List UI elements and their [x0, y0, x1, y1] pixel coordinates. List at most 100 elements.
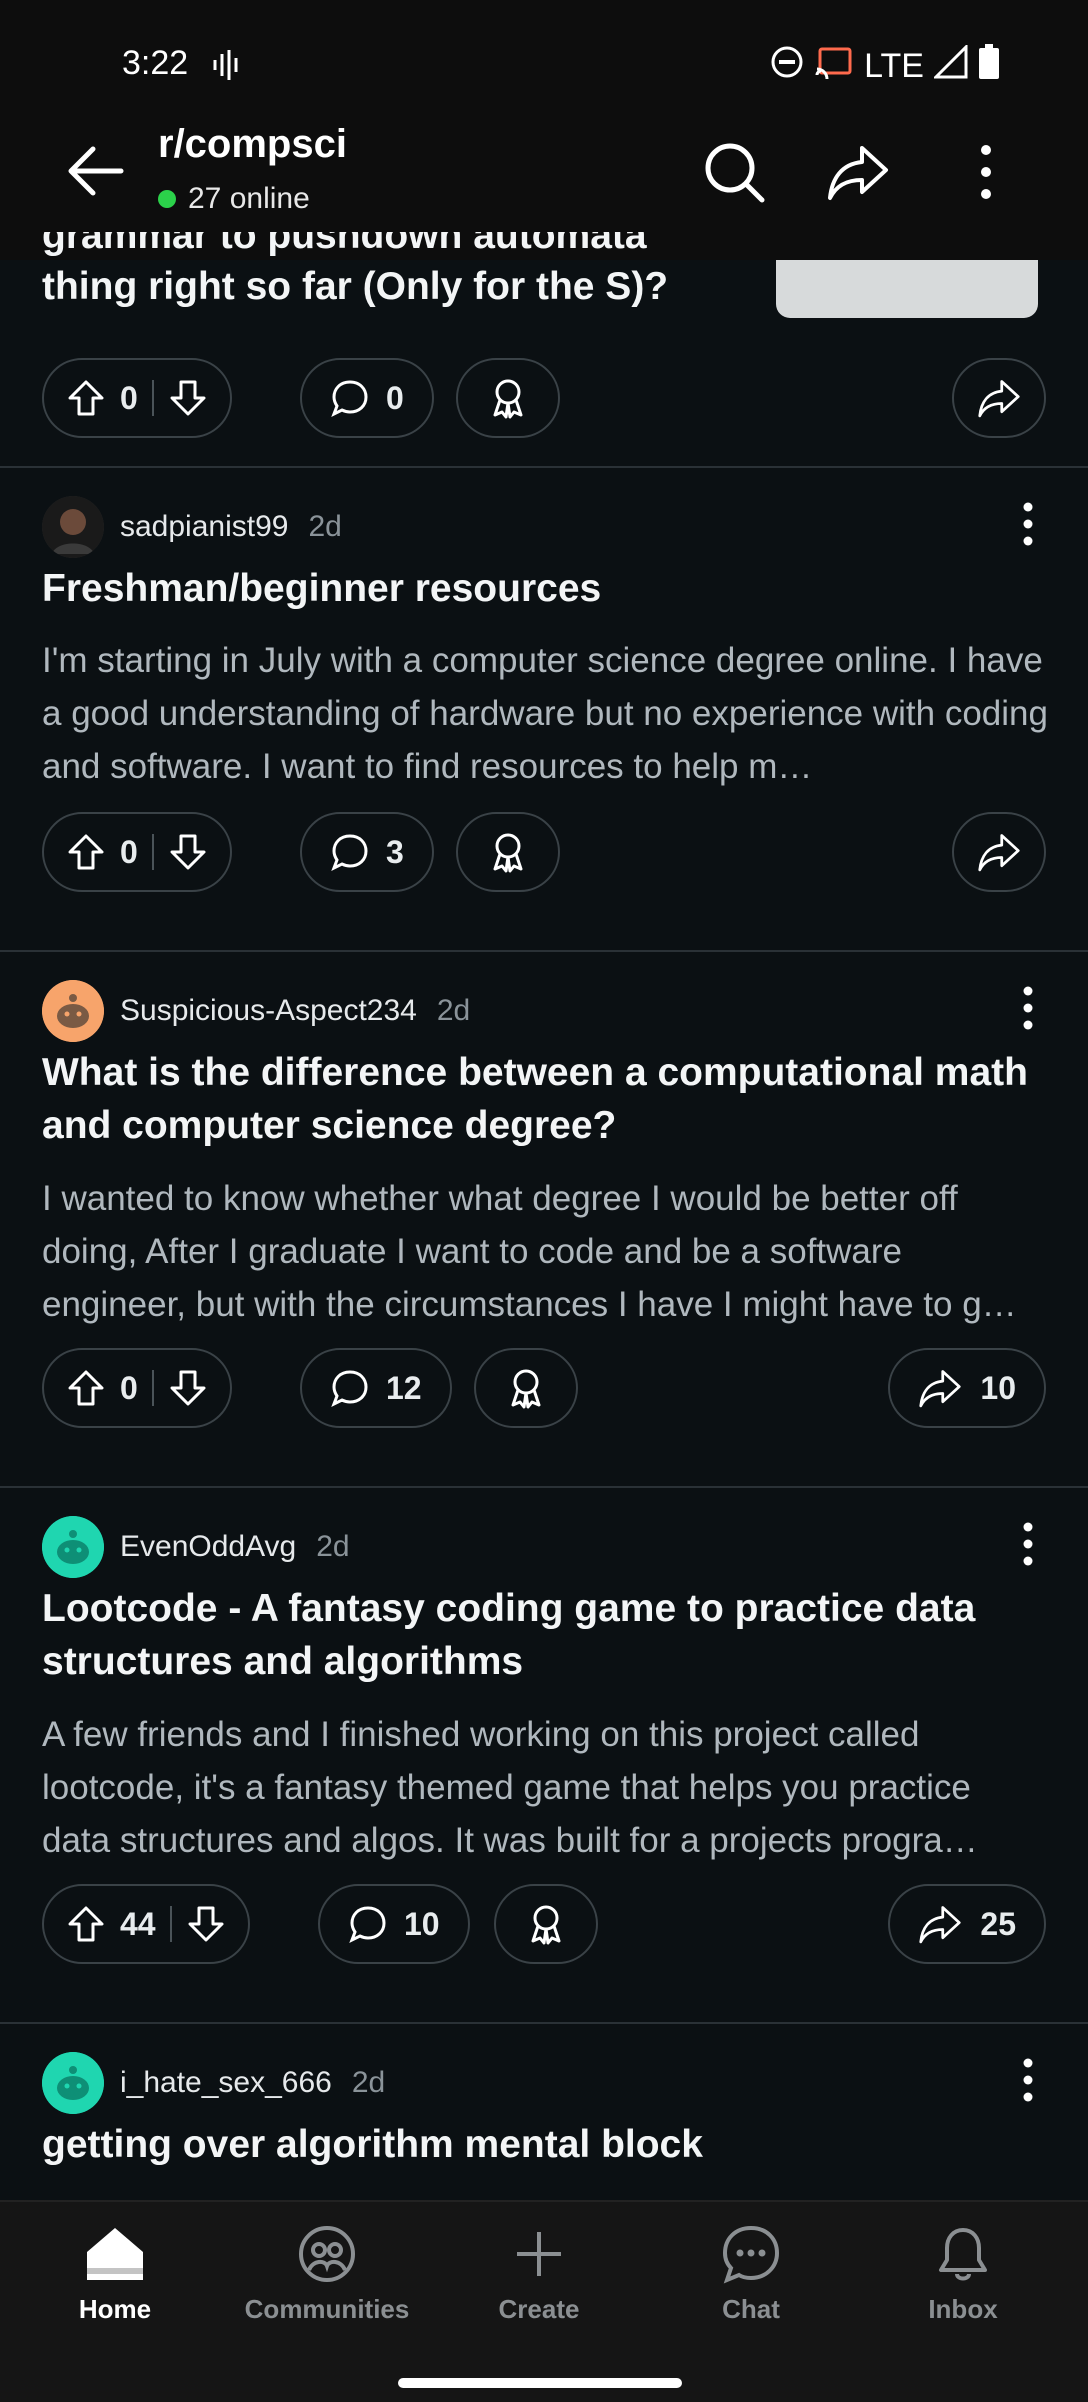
post-body: A few friends and I finished working on … — [42, 1715, 978, 1860]
nav-create[interactable]: Create — [454, 2224, 624, 2325]
share-post-button[interactable]: 10 — [888, 1348, 1046, 1428]
gesture-home-bar[interactable] — [398, 2378, 682, 2388]
subreddit-name[interactable]: r/compsci — [158, 122, 347, 167]
nav-home[interactable]: Home — [30, 2224, 200, 2325]
post-more-button[interactable] — [998, 494, 1058, 554]
downvote-icon[interactable] — [168, 832, 208, 872]
status-time: 3:22 — [122, 44, 189, 82]
post-actions: 44 10 25 — [42, 1884, 1046, 1968]
battery-icon — [978, 44, 1000, 89]
downvote-icon[interactable] — [168, 1368, 208, 1408]
award-button[interactable] — [456, 812, 560, 892]
post-meta: sadpianist99 2d — [42, 496, 342, 558]
upvote-count: 0 — [120, 379, 138, 416]
share-icon — [978, 834, 1020, 872]
post-meta: i_hate_sex_666 2d — [42, 2052, 385, 2114]
award-icon — [511, 1369, 541, 1409]
nav-create-label: Create — [498, 2294, 580, 2324]
signal-icon — [932, 43, 968, 88]
award-button[interactable] — [456, 358, 560, 438]
post-card[interactable]: grammar to pushdown automata thing right… — [0, 232, 1088, 468]
post-actions: 0 0 — [42, 358, 1046, 442]
home-icon — [87, 2228, 143, 2280]
nav-communities[interactable]: Communities — [242, 2224, 412, 2325]
post-author[interactable]: i_hate_sex_666 — [120, 2066, 332, 2100]
post-author[interactable]: sadpianist99 — [120, 510, 288, 544]
share-post-button[interactable]: 25 — [888, 1884, 1046, 1964]
upvote-icon[interactable] — [66, 378, 106, 418]
nav-chat-label: Chat — [722, 2294, 780, 2324]
share-button[interactable] — [818, 132, 898, 212]
vote-control: 44 — [42, 1884, 250, 1964]
upvote-icon[interactable] — [66, 832, 106, 872]
post-author[interactable]: Suspicious-Aspect234 — [120, 994, 417, 1028]
post-card[interactable]: i_hate_sex_666 2d getting over algorithm… — [0, 2024, 1088, 2224]
comment-count: 3 — [386, 833, 404, 870]
post-more-button[interactable] — [998, 2050, 1058, 2110]
post-card[interactable]: EvenOddAvg 2d Lootcode - A fantasy codin… — [0, 1488, 1088, 2024]
post-title: What is the difference between a computa… — [42, 1051, 1028, 1147]
share-icon — [919, 1370, 962, 1408]
comment-icon — [331, 1370, 368, 1408]
post-author[interactable]: EvenOddAvg — [120, 1530, 296, 1564]
post-thumbnail[interactable] — [776, 260, 1038, 318]
post-age: 2d — [351, 2066, 386, 2099]
more-options-button[interactable] — [946, 132, 1026, 212]
upvote-count: 0 — [120, 1369, 138, 1406]
comments-button[interactable]: 10 — [318, 1884, 470, 1964]
online-dot — [158, 190, 176, 208]
vote-divider — [151, 380, 154, 416]
post-body: I'm starting in July with a computer sci… — [42, 641, 1048, 786]
vote-divider — [169, 1906, 172, 1942]
post-more-button[interactable] — [998, 1514, 1058, 1574]
search-button[interactable] — [694, 132, 774, 212]
more-vertical-icon — [981, 145, 991, 199]
comments-button[interactable]: 0 — [300, 358, 434, 438]
award-button[interactable] — [474, 1348, 578, 1428]
post-card[interactable]: sadpianist99 2d Freshman/beginner resour… — [0, 468, 1088, 952]
avatar[interactable] — [42, 1516, 104, 1578]
post-more-button[interactable] — [998, 978, 1058, 1038]
comments-button[interactable]: 3 — [300, 812, 434, 892]
nav-home-label: Home — [78, 2294, 152, 2324]
post-age: 2d — [316, 1530, 350, 1563]
comments-button[interactable]: 12 — [300, 1348, 452, 1428]
snoo-avatar-icon — [42, 980, 104, 1042]
share-icon — [828, 146, 888, 200]
more-vertical-icon — [1023, 986, 1033, 1030]
nav-inbox-label: Inbox — [928, 2294, 998, 2324]
nav-inbox[interactable]: Inbox — [878, 2224, 1048, 2325]
post-feed: grammar to pushdown automata thing right… — [0, 232, 1088, 2224]
downvote-icon[interactable] — [168, 378, 208, 418]
comment-icon — [331, 834, 368, 872]
share-post-button[interactable] — [952, 812, 1046, 892]
back-button[interactable] — [58, 134, 132, 208]
post-body: I wanted to know whether what degree I w… — [42, 1179, 1017, 1324]
upvote-count: 0 — [120, 833, 138, 870]
share-post-button[interactable] — [952, 358, 1046, 438]
vote-control: 0 — [42, 812, 232, 892]
communities-icon — [299, 2226, 355, 2282]
arrow-left-icon — [68, 146, 124, 196]
online-count: 27 online — [158, 182, 310, 216]
nav-chat[interactable]: Chat — [666, 2224, 836, 2325]
plus-icon — [517, 2232, 561, 2276]
search-icon — [705, 143, 765, 203]
bell-icon — [939, 2228, 987, 2281]
chat-icon — [722, 2225, 780, 2284]
award-button[interactable] — [494, 1884, 598, 1964]
avatar[interactable] — [42, 496, 104, 558]
upvote-icon[interactable] — [66, 1904, 106, 1944]
avatar[interactable] — [42, 980, 104, 1042]
comment-count: 12 — [386, 1369, 422, 1406]
post-age: 2d — [436, 994, 471, 1027]
share-count: 25 — [980, 1905, 1016, 1942]
avatar[interactable] — [42, 2052, 104, 2114]
upvote-icon[interactable] — [66, 1368, 106, 1408]
post-card[interactable]: Suspicious-Aspect234 2d What is the diff… — [0, 952, 1088, 1488]
award-icon — [531, 1905, 561, 1945]
vote-control: 0 — [42, 358, 232, 438]
nav-communities-label: Communities — [244, 2294, 410, 2324]
share-icon — [919, 1906, 962, 1944]
downvote-icon[interactable] — [186, 1904, 226, 1944]
